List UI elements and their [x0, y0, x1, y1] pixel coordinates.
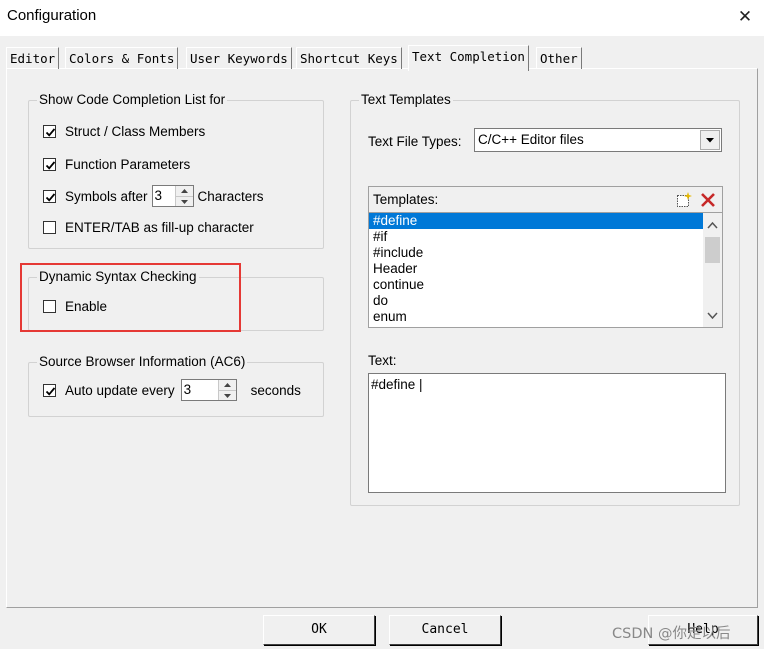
auto-update-checkbox[interactable] [43, 383, 56, 397]
auto-update-label: Auto update every [65, 382, 175, 398]
symbols-after-option[interactable]: Symbols after 3 Characters [43, 185, 264, 207]
code-completion-group: Show Code Completion List for Struct / C… [28, 92, 324, 249]
source-browser-legend: Source Browser Information (AC6) [37, 354, 248, 370]
dropdown-arrow-icon[interactable] [700, 130, 720, 150]
template-list-item[interactable]: #define [369, 213, 703, 229]
auto-update-stepper[interactable]: 3 [180, 379, 237, 401]
new-item-icon[interactable] [674, 190, 694, 210]
tab-shortcut-keys[interactable]: Shortcut Keys [296, 47, 402, 69]
enter-tab-option[interactable]: ENTER/TAB as fill-up character [43, 218, 254, 236]
code-completion-legend: Show Code Completion List for [37, 92, 228, 108]
ok-button[interactable]: OK [263, 615, 375, 645]
close-icon[interactable]: ✕ [730, 3, 760, 31]
checkmark-icon [45, 160, 56, 170]
scroll-down-icon [707, 312, 718, 320]
template-list-item[interactable]: Header [369, 261, 722, 277]
symbols-after-label: Symbols after [65, 188, 148, 204]
auto-update-suffix: seconds [250, 382, 301, 398]
templates-label: Templates: [373, 192, 439, 207]
function-params-checkbox[interactable] [43, 157, 56, 171]
symbols-after-stepper[interactable]: 3 [151, 185, 194, 207]
spin-up-icon[interactable] [218, 380, 236, 391]
cancel-button[interactable]: Cancel [389, 615, 501, 645]
tab-user-keywords[interactable]: User Keywords [186, 47, 292, 69]
highlight-annotation [20, 263, 241, 332]
template-list-item[interactable]: enum [369, 309, 722, 325]
function-params-option[interactable]: Function Parameters [43, 155, 190, 173]
file-types-select[interactable]: C/C++ Editor files [474, 128, 722, 152]
templates-scrollbar[interactable] [703, 213, 722, 327]
templates-header: Templates: [368, 186, 723, 213]
spin-down-icon[interactable] [176, 197, 193, 207]
template-text-area[interactable]: #define | [368, 373, 726, 493]
tab-editor[interactable]: Editor [6, 47, 60, 69]
auto-update-option[interactable]: Auto update every 3 seconds [43, 378, 301, 402]
text-templates-legend: Text Templates [359, 92, 453, 108]
symbols-after-value[interactable]: 3 [153, 186, 175, 206]
symbols-after-checkbox[interactable] [43, 189, 56, 203]
tab-colors-fonts[interactable]: Colors & Fonts [65, 47, 179, 69]
checkmark-icon [45, 127, 56, 137]
tab-text-completion[interactable]: Text Completion [408, 45, 529, 71]
enter-tab-label: ENTER/TAB as fill-up character [65, 219, 254, 235]
checkmark-icon [45, 386, 56, 396]
struct-members-option[interactable]: Struct / Class Members [43, 122, 205, 140]
title-bar: Configuration ✕ [0, 0, 764, 36]
watermark-text: CSDN @你走以后 [612, 626, 731, 642]
template-list-item[interactable]: #include [369, 245, 722, 261]
function-params-label: Function Parameters [65, 156, 191, 172]
auto-update-value[interactable]: 3 [182, 380, 218, 400]
symbols-after-suffix: Characters [197, 188, 264, 204]
struct-members-label: Struct / Class Members [65, 123, 206, 139]
template-text-value: #define | [371, 377, 423, 392]
file-types-value: C/C++ Editor files [478, 132, 584, 147]
scroll-up-icon [707, 221, 718, 229]
delete-x-icon[interactable] [698, 190, 718, 210]
spin-up-icon[interactable] [175, 186, 193, 197]
enter-tab-checkbox[interactable] [43, 220, 56, 234]
tab-other[interactable]: Other [536, 47, 582, 69]
templates-list[interactable]: #define #if #include Header continue do enum [368, 213, 723, 328]
file-types-label: Text File Types: [368, 134, 462, 149]
scroll-thumb[interactable] [705, 237, 720, 263]
template-list-item[interactable]: continue [369, 277, 722, 293]
struct-members-checkbox[interactable] [43, 124, 56, 138]
checkmark-icon [45, 192, 56, 202]
text-label: Text: [368, 353, 397, 368]
template-list-item[interactable]: do [369, 293, 722, 309]
source-browser-group: Source Browser Information (AC6) Auto up… [28, 354, 324, 417]
window-title: Configuration [7, 7, 97, 24]
spin-down-icon[interactable] [219, 391, 236, 401]
template-list-item[interactable]: #if [369, 229, 722, 245]
